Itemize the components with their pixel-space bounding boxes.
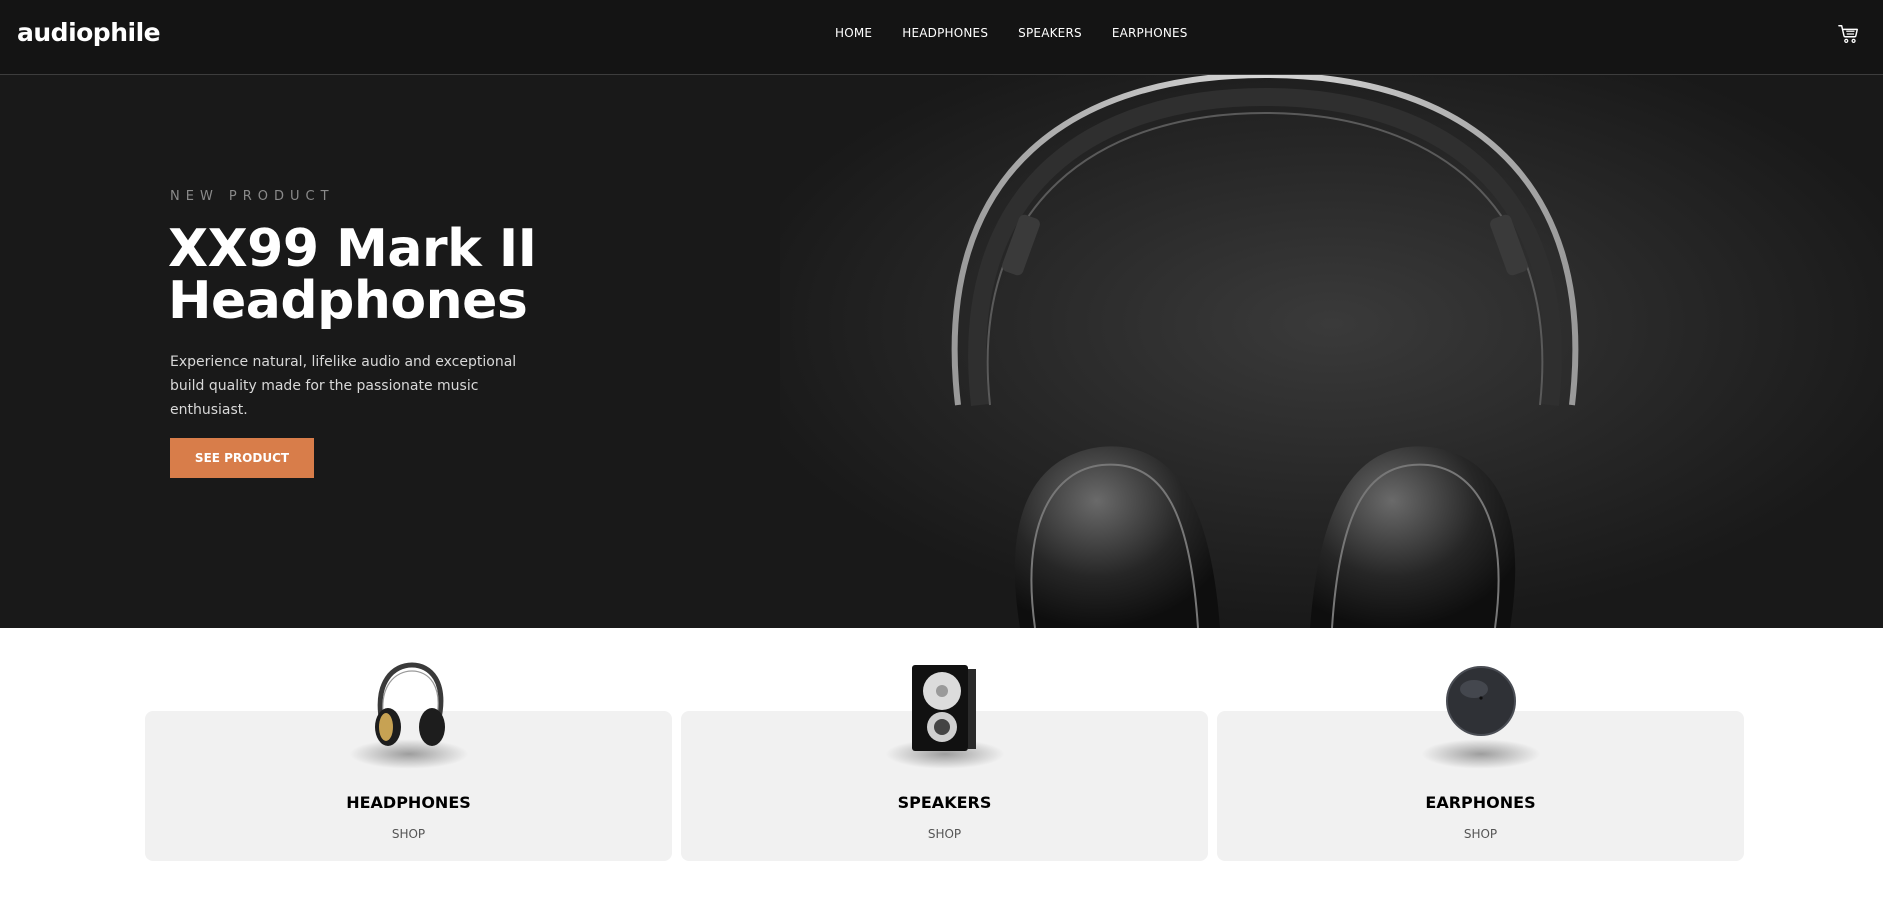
category-name: EARPHONES: [1425, 793, 1536, 812]
category-card-speakers[interactable]: SPEAKERS SHOP: [681, 665, 1208, 861]
nav-headphones-link[interactable]: HEADPHONES: [902, 26, 988, 40]
hero-section: NEW PRODUCT XX99 Mark II Headphones Expe…: [0, 75, 1883, 628]
hero-headphones-image: [780, 75, 1883, 628]
shop-link[interactable]: SHOP: [681, 827, 1208, 841]
category-name: SPEAKERS: [897, 793, 992, 812]
hero-title-line1: XX99 Mark II: [168, 219, 537, 279]
cart-icon[interactable]: [1838, 23, 1860, 45]
speaker-thumbnail: [911, 665, 976, 751]
hero-title: XX99 Mark II Headphones: [168, 223, 688, 327]
see-product-button[interactable]: SEE PRODUCT: [170, 438, 314, 478]
category-name: HEADPHONES: [346, 793, 471, 812]
shop-link[interactable]: SHOP: [145, 827, 672, 841]
nav-speakers-link[interactable]: SPEAKERS: [1018, 26, 1082, 40]
hero-eyebrow: NEW PRODUCT: [170, 189, 335, 204]
category-card-earphones[interactable]: EARPHONES SHOP: [1217, 666, 1744, 861]
nav-earphones-link[interactable]: EARPHONES: [1112, 26, 1188, 40]
category-section: HEADPHONES SHOP SPEAKERS SHOP EARPHONES …: [0, 628, 1883, 909]
headphones-thumbnail: [374, 662, 445, 746]
hero-title-line2: Headphones: [168, 271, 528, 331]
hero-description: Experience natural, lifelike audio and e…: [170, 354, 517, 418]
category-card-headphones[interactable]: HEADPHONES SHOP: [145, 662, 672, 861]
site-logo[interactable]: audiophile: [17, 18, 161, 47]
earphones-case-thumbnail: [1445, 666, 1516, 736]
main-nav: HOME HEADPHONES SPEAKERS EARPHONES: [835, 26, 1188, 40]
shop-link[interactable]: SHOP: [1217, 827, 1744, 841]
site-header: audiophile HOME HEADPHONES SPEAKERS EARP…: [0, 0, 1883, 75]
nav-home-link[interactable]: HOME: [835, 26, 872, 40]
